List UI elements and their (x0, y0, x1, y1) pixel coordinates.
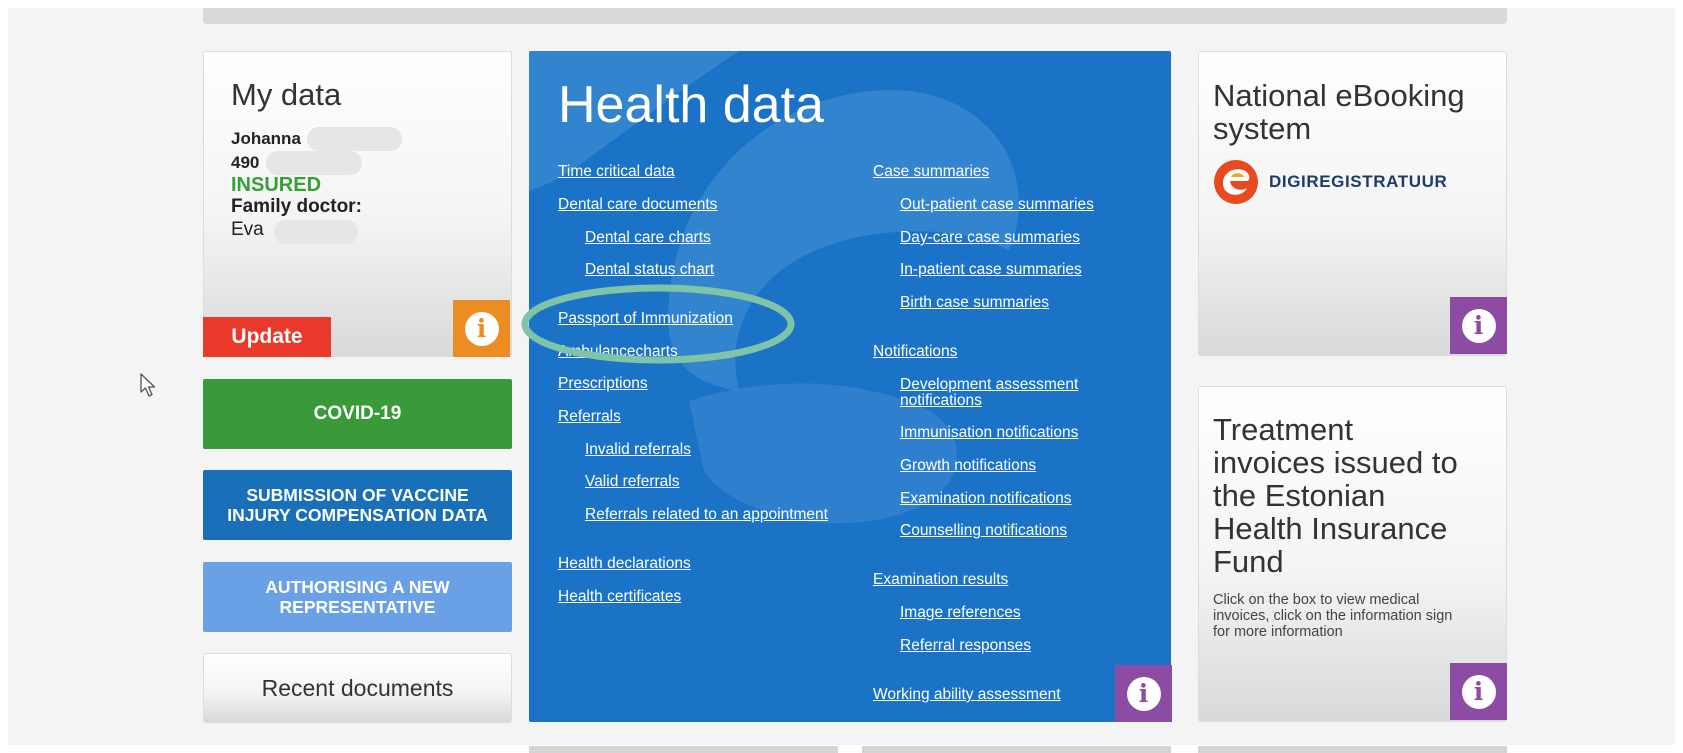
insured-status: INSURED (231, 174, 322, 196)
name-redaction (307, 127, 402, 151)
invoices-title-line: Health Insurance (1213, 511, 1448, 546)
user-id: 490 (231, 153, 260, 172)
link-health-certificates[interactable]: Health certificates (558, 588, 681, 606)
link-dental-status[interactable]: Dental status chart (585, 261, 714, 279)
update-button[interactable]: Update (203, 317, 331, 357)
user-name: Johanna (231, 129, 301, 148)
new-representative-button[interactable]: AUTHORISING A NEW REPRESENTATIVE (203, 562, 512, 632)
vaccine-injury-button[interactable]: SUBMISSION OF VACCINE INJURY COMPENSATIO… (203, 470, 512, 540)
recent-documents-button[interactable]: Recent documents (203, 653, 512, 723)
family-doctor-name: Eva (231, 219, 264, 240)
representative-label-line2: REPRESENTATIVE (279, 597, 436, 617)
covid-button[interactable]: COVID-19 (203, 379, 512, 449)
ebooking-title-line2: system (1213, 111, 1312, 146)
invoices-description-line: Click on the box to view medical (1213, 592, 1420, 608)
health-data-info-button[interactable]: i (1115, 665, 1172, 722)
next-row-tile-edge (862, 746, 1171, 753)
link-referrals[interactable]: Referrals (558, 408, 621, 426)
link-health-declarations[interactable]: Health declarations (558, 555, 691, 573)
digiregistratuur-logo-text: DIGIREGISTRATUUR (1269, 172, 1448, 191)
link-dental-charts[interactable]: Dental care charts (585, 229, 711, 247)
representative-label-line1: AUTHORISING A NEW (265, 577, 450, 597)
link-immunisation[interactable]: Immunisation notifications (900, 424, 1078, 442)
invoices-title-line: Treatment (1213, 412, 1354, 447)
link-counselling[interactable]: Counselling notifications (900, 522, 1067, 540)
ebooking-title: National eBooking system (1213, 79, 1465, 145)
ebooking-info-button[interactable]: i (1450, 297, 1507, 354)
family-doctor-label: Family doctor: (231, 196, 362, 217)
health-data-tile: Health data Time critical data Dental ca… (529, 51, 1171, 722)
invoices-title-line: Fund (1213, 544, 1284, 579)
link-case-summaries[interactable]: Case summaries (873, 163, 989, 181)
link-prescriptions[interactable]: Prescriptions (558, 375, 648, 393)
link-image-references[interactable]: Image references (900, 604, 1021, 622)
invoices-title-line: invoices issued to (1213, 445, 1458, 480)
invoices-title: Treatment invoices issued to the Estonia… (1213, 413, 1458, 578)
digiregistratuur-logo-mark (1214, 160, 1258, 204)
link-daycare[interactable]: Day-care case summaries (900, 229, 1080, 247)
link-time-critical[interactable]: Time critical data (558, 163, 675, 181)
invoices-description: Click on the box to view medical invoice… (1213, 592, 1452, 640)
invoices-info-button[interactable]: i (1450, 663, 1507, 720)
digiregistratuur-logo: DIGIREGISTRATUUR (1213, 159, 1447, 205)
link-invalid-referrals[interactable]: Invalid referrals (585, 441, 691, 459)
info-icon: i (1461, 308, 1496, 343)
link-development-assessment[interactable]: Development assessment notifications (900, 377, 1078, 409)
invoices-description-line: for more information (1213, 624, 1343, 640)
vaccine-label-line1: SUBMISSION OF VACCINE (246, 485, 469, 505)
recent-documents-label: Recent documents (261, 674, 454, 701)
link-growth[interactable]: Growth notifications (900, 457, 1036, 475)
link-referral-responses[interactable]: Referral responses (900, 637, 1031, 655)
covid-label: COVID-19 (313, 403, 402, 424)
link-examination-notifications[interactable]: Examination notifications (900, 490, 1071, 508)
top-banner (203, 8, 1507, 24)
next-row-tile-edge (1198, 746, 1507, 753)
development-line1: Development assessment (900, 376, 1079, 393)
link-birth-case[interactable]: Birth case summaries (900, 294, 1049, 312)
id-redaction (266, 151, 362, 175)
link-outpatient[interactable]: Out-patient case summaries (900, 196, 1094, 214)
info-icon: i (464, 311, 499, 346)
link-dental-documents[interactable]: Dental care documents (558, 196, 717, 214)
development-line2: notifications (900, 392, 982, 409)
vaccine-label-line2: INJURY COMPENSATION DATA (227, 505, 488, 525)
link-notifications[interactable]: Notifications (873, 343, 957, 361)
ebooking-title-line1: National eBooking (1213, 78, 1465, 113)
cursor-icon (140, 373, 156, 397)
invoices-title-line: the Estonian (1213, 478, 1386, 513)
link-referrals-appointment[interactable]: Referrals related to an appointment (585, 506, 828, 524)
link-working-ability[interactable]: Working ability assessment (873, 686, 1061, 704)
my-data-info-button[interactable]: i (453, 300, 510, 357)
link-valid-referrals[interactable]: Valid referrals (585, 473, 679, 491)
next-row-tile-edge (529, 746, 838, 753)
link-examination-results[interactable]: Examination results (873, 571, 1008, 589)
info-icon: i (1461, 674, 1496, 709)
info-icon: i (1126, 676, 1161, 711)
doctor-redaction (274, 220, 358, 244)
link-inpatient[interactable]: In-patient case summaries (900, 261, 1082, 279)
invoices-description-line: invoices, click on the information sign (1213, 608, 1453, 624)
my-data-title: My data (231, 77, 342, 112)
health-data-title: Health data (558, 76, 824, 134)
highlight-ellipse (521, 284, 795, 364)
